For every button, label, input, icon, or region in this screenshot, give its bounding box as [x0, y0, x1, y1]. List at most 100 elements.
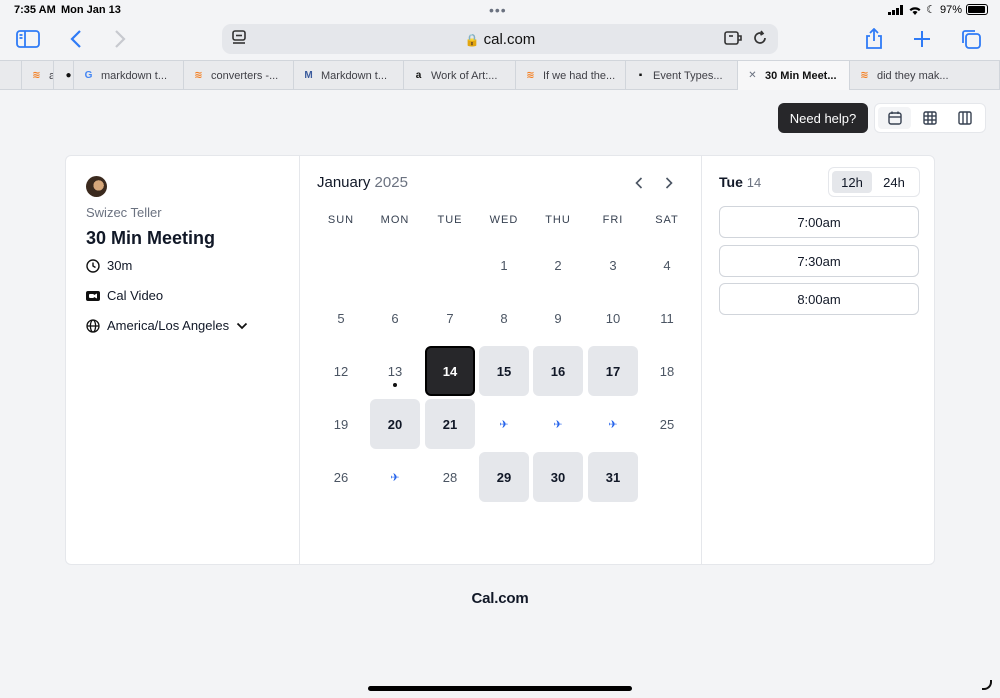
browser-tab[interactable]: ≋ If we had the... — [516, 61, 626, 90]
calendar-day: 13 — [370, 346, 420, 396]
calendar-day: 12 — [316, 346, 366, 396]
calendar-day: 18 — [642, 346, 692, 396]
calendar-day: 25 — [642, 399, 692, 449]
time-slot-button[interactable]: 7:00am — [719, 206, 919, 238]
calendar-day: 11 — [642, 293, 692, 343]
browser-tab[interactable] — [0, 61, 22, 90]
status-bar: 7:35 AM Mon Jan 13 ••• ☾ 97% — [0, 0, 1000, 20]
next-month-button[interactable] — [659, 174, 679, 192]
day-number: 8 — [500, 310, 508, 326]
calendar-day[interactable]: 31 — [588, 452, 638, 502]
multitasking-icon[interactable]: ••• — [489, 2, 507, 18]
day-number: 29 — [496, 469, 512, 485]
calendar-day: 26 — [316, 452, 366, 502]
month-name: January — [317, 174, 371, 191]
calendar-day: 10 — [588, 293, 638, 343]
calendar-day[interactable]: 20 — [370, 399, 420, 449]
host-name: Swizec Teller — [86, 205, 162, 220]
day-number: 26 — [333, 469, 349, 485]
stack-icon: ≋ — [194, 70, 203, 81]
browser-tab[interactable]: ≋ converters -... — [184, 61, 294, 90]
amazon-icon: a — [415, 70, 422, 81]
calendar-day: 7 — [425, 293, 475, 343]
day-number: 13 — [387, 363, 403, 379]
home-indicator[interactable] — [368, 686, 632, 691]
tabs-overview-icon[interactable] — [957, 26, 985, 52]
calendar-day[interactable]: 30 — [533, 452, 583, 502]
share-icon[interactable] — [860, 26, 888, 52]
day-out-of-office: ✈ — [588, 399, 638, 449]
back-icon[interactable] — [62, 26, 90, 52]
weekday-header: TUE — [437, 214, 463, 226]
day-number: 16 — [550, 363, 566, 379]
time-slot-button[interactable]: 8:00am — [719, 283, 919, 315]
browser-tab[interactable]: ▪ Event Types... — [626, 61, 738, 90]
lock-icon: 🔒 — [464, 33, 480, 47]
day-out-of-office: ✈ — [533, 399, 583, 449]
format-24h-button[interactable]: 24h — [874, 171, 914, 193]
browser-toolbar: 🔒 cal.com — [0, 20, 1000, 60]
column-view-button[interactable] — [949, 107, 982, 129]
selected-date: Tue 14 — [719, 174, 761, 190]
day-number: 18 — [659, 363, 675, 379]
browser-tab[interactable]: Gmarkdown t... — [74, 61, 184, 90]
need-help-button[interactable]: Need help? — [778, 103, 868, 133]
close-icon[interactable]: ✕ — [746, 69, 759, 82]
calendar-day: 5 — [316, 293, 366, 343]
m-icon: M — [304, 70, 313, 81]
extension-icon[interactable] — [724, 30, 742, 51]
day-number: 3 — [609, 257, 617, 273]
day-out-of-office: ✈ — [370, 452, 420, 502]
browser-tab[interactable]: ≋asciido — [22, 61, 54, 90]
calendar-day: 8 — [479, 293, 529, 343]
month-view-button[interactable] — [878, 107, 912, 129]
calendar-day[interactable]: 15 — [479, 346, 529, 396]
new-tab-icon[interactable] — [908, 26, 936, 52]
cal-logo[interactable]: Cal.com — [0, 590, 1000, 607]
browser-tab[interactable]: ≋ did they mak... — [850, 61, 1000, 90]
calendar-panel: January 2025 SUN MON TUE WED THU FRI SAT 1 2 3 4 5 6… — [300, 156, 702, 564]
prev-month-button[interactable] — [629, 174, 649, 192]
time-slot-button[interactable]: 7:30am — [719, 245, 919, 277]
week-view-button[interactable] — [913, 107, 946, 129]
forward-icon[interactable] — [106, 26, 134, 52]
calendar-day[interactable]: 29 — [479, 452, 529, 502]
airplane-icon: ✈ — [553, 418, 563, 431]
day-number: 2 — [554, 257, 562, 273]
day-number: 21 — [442, 416, 458, 432]
timezone-select[interactable]: America/Los Angeles — [86, 318, 248, 333]
calendar-day[interactable]: 16 — [533, 346, 583, 396]
browser-tab[interactable]: M Markdown t... — [294, 61, 404, 90]
stack-icon: ≋ — [860, 70, 869, 81]
browser-tab[interactable]: ✕ 30 Min Meet... — [738, 61, 850, 90]
address-bar[interactable]: 🔒 cal.com — [222, 24, 778, 54]
calendar-day[interactable]: 21 — [425, 399, 475, 449]
day-number: 6 — [391, 310, 399, 326]
reload-icon[interactable] — [752, 30, 768, 51]
airplane-icon: ✈ — [390, 471, 400, 484]
tab-label: Work of Art:... — [431, 69, 498, 82]
wifi-icon — [909, 6, 921, 15]
tab-label: markdown t... — [101, 69, 168, 82]
url-text: cal.com — [483, 31, 536, 48]
day-number: 20 — [387, 416, 403, 432]
google-icon: G — [84, 70, 93, 81]
sidebar-icon[interactable] — [14, 26, 42, 52]
browser-tab[interactable]: a Work of Art:... — [404, 61, 516, 90]
globe-icon — [86, 318, 100, 333]
calendar-day: 19 — [316, 399, 366, 449]
weekday-header: WED — [489, 214, 519, 226]
status-date: Mon Jan 13 — [61, 4, 121, 16]
columns-icon — [958, 111, 973, 125]
github-icon: ● — [65, 70, 72, 81]
month-label: January 2025 — [317, 174, 408, 191]
browser-tab[interactable]: ● — [54, 61, 74, 90]
calendar-day[interactable]: 17 — [588, 346, 638, 396]
format-12h-button[interactable]: 12h — [832, 171, 872, 193]
day-number: 9 — [554, 310, 562, 326]
weekday-header: FRI — [602, 214, 624, 226]
status-time: 7:35 AM — [14, 4, 56, 16]
day-selected[interactable]: 14 — [425, 346, 475, 396]
airplane-icon: ✈ — [499, 418, 509, 431]
calendar-day: 3 — [588, 240, 638, 290]
